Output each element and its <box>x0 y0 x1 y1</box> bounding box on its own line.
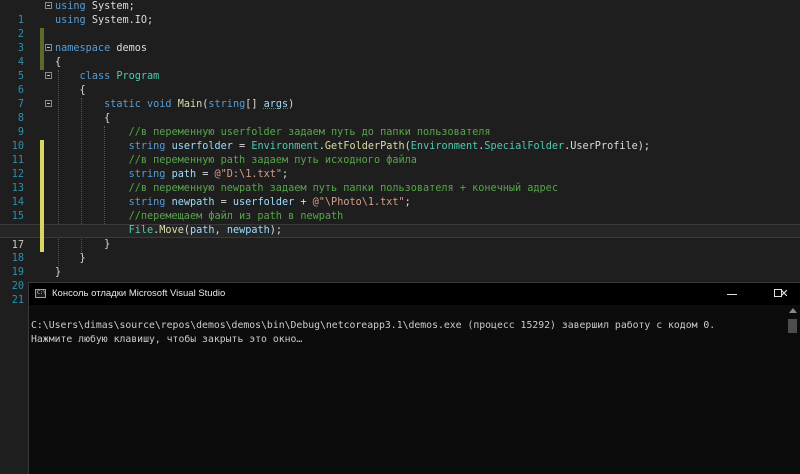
punct: ; <box>147 15 154 26</box>
brace: } <box>79 253 86 264</box>
console-title: Консоль отладки Microsoft Visual Studio <box>52 288 226 299</box>
keyword: class <box>79 71 111 82</box>
console-icon <box>35 289 46 298</box>
keyword: string <box>128 141 166 152</box>
enum-member: .UserProfile); <box>564 141 651 152</box>
minimize-button[interactable] <box>709 283 755 305</box>
code-line: 3 <box>0 28 800 70</box>
string-literal: .txt" <box>251 169 283 180</box>
code-line: 8 static void Main(string[] args) <box>0 98 800 124</box>
punct: ; <box>128 1 135 12</box>
code-line: 4 namespace demos <box>0 42 800 68</box>
parameter: args <box>263 99 289 110</box>
code-line: 10 //в переменную userfolder задаем путь… <box>0 126 800 168</box>
keyword: string <box>128 197 166 208</box>
comment: //перемещаем файл из path в newpath <box>128 211 344 222</box>
method-name: Main <box>177 99 203 110</box>
code-line: 11 string userfolder = Environment.GetFo… <box>0 140 800 182</box>
code-line: 1 using System; <box>0 0 800 42</box>
keyword: void <box>147 99 172 110</box>
keyword: static <box>104 99 141 110</box>
collapse-icon[interactable] <box>45 2 52 9</box>
variable: userfolder <box>232 197 295 208</box>
code-line: 6 class Program <box>0 70 800 96</box>
keyword: using <box>55 1 86 12</box>
collapse-icon[interactable] <box>45 72 52 79</box>
debug-console-window[interactable]: Консоль отладки Microsoft Visual Studio … <box>28 282 800 474</box>
type-name: File <box>128 225 154 236</box>
string-literal: \1 <box>239 169 252 180</box>
code-line: 18 } <box>0 238 800 264</box>
keyword: string <box>208 99 246 110</box>
comment: //в переменную path задаем путь исходног… <box>128 155 417 166</box>
code-line: 19 } <box>0 252 800 278</box>
operator: + <box>294 197 313 208</box>
variable: path <box>171 169 197 180</box>
variable: newpath <box>171 197 215 208</box>
method-name: GetFolderPath <box>324 141 405 152</box>
code-line: 7 { <box>0 84 800 110</box>
brace: } <box>55 267 62 278</box>
method-name: Move <box>159 225 184 236</box>
code-line: 5 { <box>0 56 800 82</box>
variable: userfolder <box>171 141 233 152</box>
brace: } <box>104 239 111 250</box>
close-button[interactable]: ✕ <box>767 283 800 305</box>
code-line: 2 using System.IO; <box>0 14 800 56</box>
collapse-icon[interactable] <box>45 44 52 51</box>
punct: ; <box>282 169 289 180</box>
console-scrollbar[interactable] <box>784 305 800 474</box>
collapse-icon[interactable] <box>45 100 52 107</box>
console-output: C:\Users\dimas\source\repos\demos\demos\… <box>31 319 715 347</box>
variable: path <box>189 225 215 236</box>
namespace-name: demos <box>116 43 148 54</box>
punct: ; <box>404 197 411 208</box>
scrollbar-thumb[interactable] <box>788 319 797 333</box>
punct: [] <box>245 99 264 110</box>
code-line: 16 //перемещаем файл из path в newpath <box>0 210 800 252</box>
type-name: Environment <box>410 141 479 152</box>
change-marker <box>40 224 44 238</box>
console-titlebar[interactable]: Консоль отладки Microsoft Visual Studio … <box>29 283 800 305</box>
keyword: namespace <box>55 43 111 54</box>
code-line: 9 { <box>0 112 800 154</box>
keyword: using <box>55 15 86 26</box>
class-name: Program <box>116 71 160 82</box>
type-name: SpecialFolder <box>484 141 565 152</box>
comment: //в переменную userfolder задаем путь до… <box>128 127 491 138</box>
scroll-up-icon[interactable] <box>789 308 797 313</box>
punct: , <box>214 225 227 236</box>
close-icon: ✕ <box>779 287 789 300</box>
code-line: 15 string newpath = userfolder + @"\Phot… <box>0 196 800 238</box>
operator: = <box>214 197 233 208</box>
string-literal: @"\Photo\1.txt" <box>312 197 405 208</box>
code-line: 12 //в переменную path задаем путь исход… <box>0 154 800 196</box>
punct: ); <box>269 225 283 236</box>
string-literal: @"D: <box>214 169 240 180</box>
comment: //в переменную newpath задаем путь папки… <box>128 183 558 194</box>
code-line: 14 //в переменную newpath задаем путь па… <box>0 182 800 224</box>
operator: = <box>232 141 252 152</box>
code-line: 20 } <box>0 266 800 292</box>
operator: = <box>196 169 215 180</box>
console-line: C:\Users\dimas\source\repos\demos\demos\… <box>31 320 716 331</box>
brace: { <box>79 85 86 96</box>
current-line[interactable]: 17 File.Move(path, newpath); <box>0 224 800 251</box>
console-line: Нажмите любую клавишу, чтобы закрыть это… <box>31 334 303 345</box>
namespace-ref: System.IO <box>91 15 148 26</box>
keyword: string <box>128 169 166 180</box>
line-number: 21 <box>11 295 24 306</box>
code-line: 13 string path = @"D:\1.txt"; <box>0 168 800 210</box>
type-name: Environment <box>251 141 319 152</box>
variable: newpath <box>226 225 270 236</box>
brace: { <box>55 57 62 68</box>
namespace-ref: System <box>91 1 129 12</box>
punct: ) <box>288 99 295 110</box>
brace: { <box>104 113 111 124</box>
